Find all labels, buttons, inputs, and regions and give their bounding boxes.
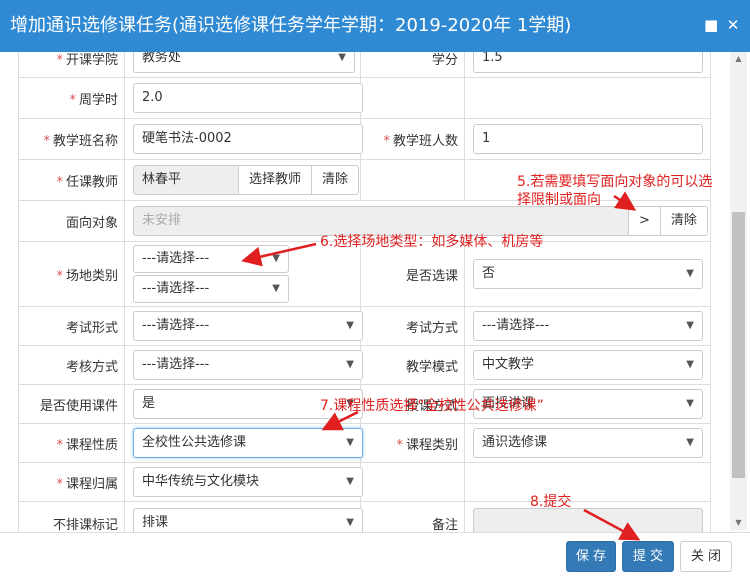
exam-method-label: 考试方式 (360, 306, 465, 346)
class-name-input[interactable]: 硬笔书法-0002 (133, 124, 363, 154)
form-row-belong: * 课程归属 中华传统与文化模块 ▼ (18, 462, 711, 502)
scroll-down-icon[interactable]: ▼ (730, 516, 747, 530)
course-category-label: * 课程类别 (360, 423, 465, 463)
course-belong-select[interactable]: 中华传统与文化模块 ▼ (133, 467, 363, 497)
close-icon[interactable]: ✕ (726, 18, 740, 33)
maximize-icon[interactable]: ■ (704, 18, 718, 33)
course-nature-label: * 课程性质 (18, 423, 125, 463)
form-row-hours: * 周学时 2.0 (18, 77, 711, 119)
venue-label: * 场地类别 (18, 241, 125, 307)
scrollbar-thumb[interactable] (732, 212, 745, 478)
no-schedule-label: 不排课标记 (18, 501, 125, 532)
chevron-down-icon: ▼ (346, 359, 354, 370)
course-belong-label: * 课程归属 (18, 462, 125, 502)
chevron-down-icon: ▼ (346, 437, 354, 448)
courseware-label: 是否使用课件 (18, 384, 125, 424)
dialog-footer: 保 存 提 交 关 闭 (0, 532, 750, 584)
choose-target-button[interactable]: > (628, 206, 661, 236)
annotation-5-line1: 5.若需要填写面向对象的可以选 (517, 174, 713, 190)
elective-select[interactable]: 否 ▼ (473, 259, 703, 289)
exam-method-select[interactable]: ---请选择--- ▼ (473, 311, 703, 341)
form-row-class: * 教学班名称 硬笔书法-0002 * 教学班人数 1 (18, 118, 711, 160)
credit-label: 学分 (360, 52, 465, 78)
no-schedule-select[interactable]: 排课 ▼ (133, 508, 363, 532)
course-nature-select[interactable]: 全校性公共选修课 ▼ (133, 428, 363, 458)
college-select[interactable]: 教务处 ▼ (133, 52, 355, 73)
remark-label: 备注 (360, 501, 465, 532)
submit-button[interactable]: 提 交 (622, 541, 674, 572)
form-row-assess: 考核方式 ---请选择--- ▼ 教学模式 中文教学 ▼ (18, 345, 711, 385)
chevron-down-icon: ▼ (346, 320, 354, 331)
dialog-titlebar: 增加通识选修课任务(通识选修课任务学年学期：2019-2020年 1学期) ■ … (0, 0, 750, 52)
teacher-label: * 任课教师 (18, 159, 125, 201)
chevron-down-icon: ▼ (686, 437, 694, 448)
assess-label: 考核方式 (18, 345, 125, 385)
form-row-nature: * 课程性质 全校性公共选修课 ▼ * 课程类别 通识选修课 ▼ (18, 423, 711, 463)
class-name-label: * 教学班名称 (18, 118, 125, 160)
class-size-input[interactable]: 1 (473, 124, 703, 154)
save-button[interactable]: 保 存 (566, 541, 616, 572)
chevron-down-icon: ▼ (686, 398, 694, 409)
annotation-6: 6.选择场地类型：如多媒体、机房等 (320, 234, 544, 250)
chevron-down-icon: ▼ (346, 476, 354, 487)
annotation-5-line2: 择限制或面向 (517, 192, 601, 208)
venue-sub-select[interactable]: ---请选择--- ▼ (133, 275, 289, 303)
clear-teacher-button[interactable]: 清除 (311, 165, 360, 195)
class-size-label: * 教学班人数 (360, 118, 465, 160)
scroll-up-icon[interactable]: ▲ (730, 52, 747, 66)
task-form: * 开课学院 教务处 ▼ 学分 1.5 * 周学时 2.0 * 教学班名称 硬笔书法-0… (18, 52, 711, 532)
credit-input[interactable]: 1.5 (473, 52, 703, 73)
form-row-exam: 考试形式 ---请选择--- ▼ 考试方式 ---请选择--- ▼ (18, 306, 711, 346)
hours-label: * 周学时 (18, 77, 125, 119)
dialog-title: 增加通识选修课任务(通识选修课任务学年学期：2019-2020年 1学期) (10, 15, 572, 36)
annotation-7: 7.课程性质选择“全校性公共选修课” (320, 398, 544, 414)
chevron-down-icon: ▼ (272, 253, 280, 264)
vertical-scrollbar[interactable]: ▲ ▼ (730, 52, 747, 530)
assess-select[interactable]: ---请选择--- ▼ (133, 350, 363, 380)
form-row-college: * 开课学院 教务处 ▼ 学分 1.5 (18, 52, 711, 78)
teacher-input[interactable]: 林春平 (133, 165, 239, 195)
form-row-noschedule: 不排课标记 排课 ▼ 备注 (18, 501, 711, 532)
teaching-mode-label: 教学模式 (360, 345, 465, 385)
close-button[interactable]: 关 闭 (680, 541, 732, 572)
course-category-select[interactable]: 通识选修课 ▼ (473, 428, 703, 458)
college-label: * 开课学院 (18, 52, 125, 78)
target-label: 面向对象 (18, 200, 125, 242)
chevron-down-icon: ▼ (346, 517, 354, 528)
teaching-mode-select[interactable]: 中文教学 ▼ (473, 350, 703, 380)
venue-select[interactable]: ---请选择--- ▼ (133, 245, 289, 273)
chevron-down-icon: ▼ (686, 320, 694, 331)
choose-teacher-button[interactable]: 选择教师 (238, 165, 313, 195)
clear-target-button[interactable]: 清除 (659, 206, 708, 236)
form-scroll-area: * 开课学院 教务处 ▼ 学分 1.5 * 周学时 2.0 * 教学班名称 硬笔书法-0… (18, 52, 730, 532)
chevron-down-icon: ▼ (686, 359, 694, 370)
chevron-down-icon: ▼ (686, 268, 694, 279)
chevron-down-icon: ▼ (272, 283, 280, 294)
annotation-8: 8.提交 (530, 494, 572, 510)
weekly-hours-input[interactable]: 2.0 (133, 83, 363, 113)
remark-input[interactable] (473, 508, 703, 532)
exam-form-select[interactable]: ---请选择--- ▼ (133, 311, 363, 341)
exam-form-label: 考试形式 (18, 306, 125, 346)
chevron-down-icon: ▼ (338, 52, 346, 63)
